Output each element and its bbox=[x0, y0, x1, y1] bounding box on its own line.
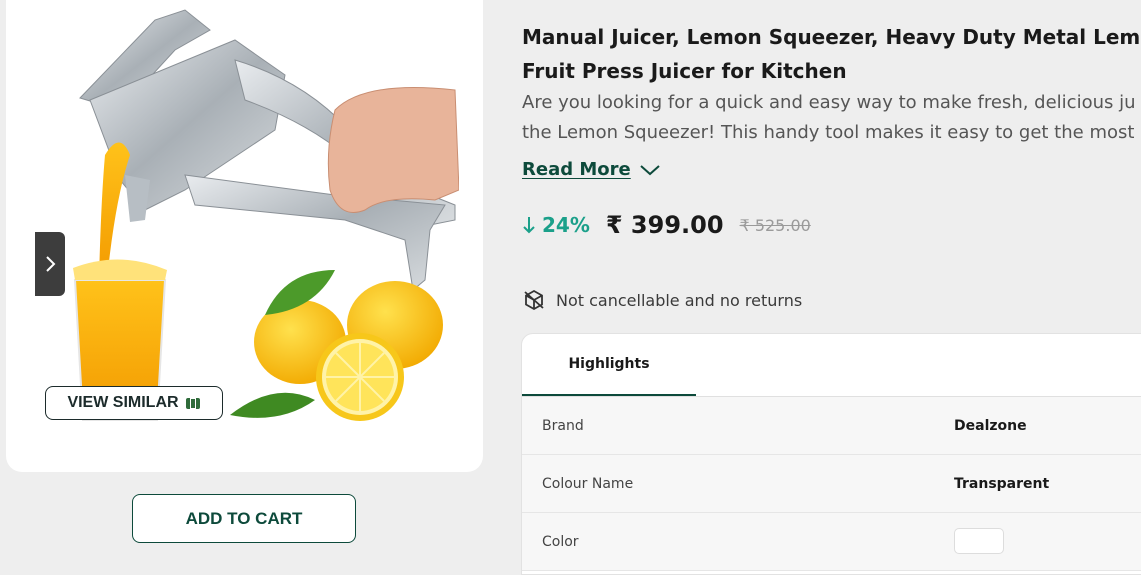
product-description-line-1: Are you looking for a quick and easy way… bbox=[522, 92, 1136, 113]
tab-highlights-label: Highlights bbox=[568, 356, 650, 372]
return-policy-text: Not cancellable and no returns bbox=[556, 290, 803, 310]
read-more-label: Read More bbox=[522, 159, 631, 180]
view-similar-button[interactable]: VIEW SIMILAR bbox=[45, 386, 223, 420]
product-image-card: VIEW SIMILAR bbox=[6, 0, 483, 472]
chevron-right-icon bbox=[46, 256, 56, 272]
chevron-down-icon bbox=[640, 164, 660, 175]
read-more-link[interactable]: Read More bbox=[522, 159, 661, 180]
spec-label: Colour Name bbox=[542, 475, 634, 492]
view-similar-label: VIEW SIMILAR bbox=[67, 394, 179, 411]
spec-value: Dealzone bbox=[954, 417, 1027, 434]
return-policy: Not cancellable and no returns bbox=[522, 288, 802, 312]
product-title-line-1: Manual Juicer, Lemon Squeezer, Heavy Dut… bbox=[522, 25, 1141, 49]
product-image[interactable] bbox=[35, 0, 459, 426]
add-to-cart-label: ADD TO CART bbox=[185, 508, 303, 528]
price-row: 24% ₹ 399.00 ₹ 525.00 bbox=[522, 208, 811, 242]
original-price: ₹ 525.00 bbox=[739, 215, 811, 235]
highlights-card: Highlights Brand Dealzone Colour Name Tr… bbox=[521, 333, 1141, 575]
selling-price: ₹ 399.00 bbox=[605, 211, 724, 239]
product-description-line-2: the Lemon Squeezer! This handy tool make… bbox=[522, 122, 1135, 143]
tab-highlights[interactable]: Highlights bbox=[522, 334, 696, 396]
similar-items-icon bbox=[185, 398, 200, 409]
discount-badge: 24% bbox=[522, 213, 590, 237]
spec-row-colour-name: Colour Name Transparent bbox=[522, 455, 1141, 513]
spec-row-brand: Brand Dealzone bbox=[522, 397, 1141, 455]
carousel-next-button[interactable] bbox=[35, 232, 65, 296]
highlights-tab-bar: Highlights bbox=[522, 334, 1141, 397]
color-swatch bbox=[954, 528, 1004, 554]
discount-percent: 24% bbox=[542, 213, 590, 237]
no-return-icon bbox=[524, 289, 544, 311]
arrow-down-icon bbox=[523, 217, 535, 234]
spec-label: Brand bbox=[542, 417, 584, 434]
add-to-cart-button[interactable]: ADD TO CART bbox=[132, 494, 356, 543]
spec-value: Transparent bbox=[954, 475, 1050, 492]
spec-row-color: Color bbox=[522, 513, 1141, 571]
spec-label: Color bbox=[542, 533, 579, 550]
product-description: Are you looking for a quick and easy way… bbox=[522, 88, 1141, 148]
product-title: Manual Juicer, Lemon Squeezer, Heavy Dut… bbox=[522, 20, 1141, 88]
product-title-line-2: Fruit Press Juicer for Kitchen bbox=[522, 59, 847, 83]
